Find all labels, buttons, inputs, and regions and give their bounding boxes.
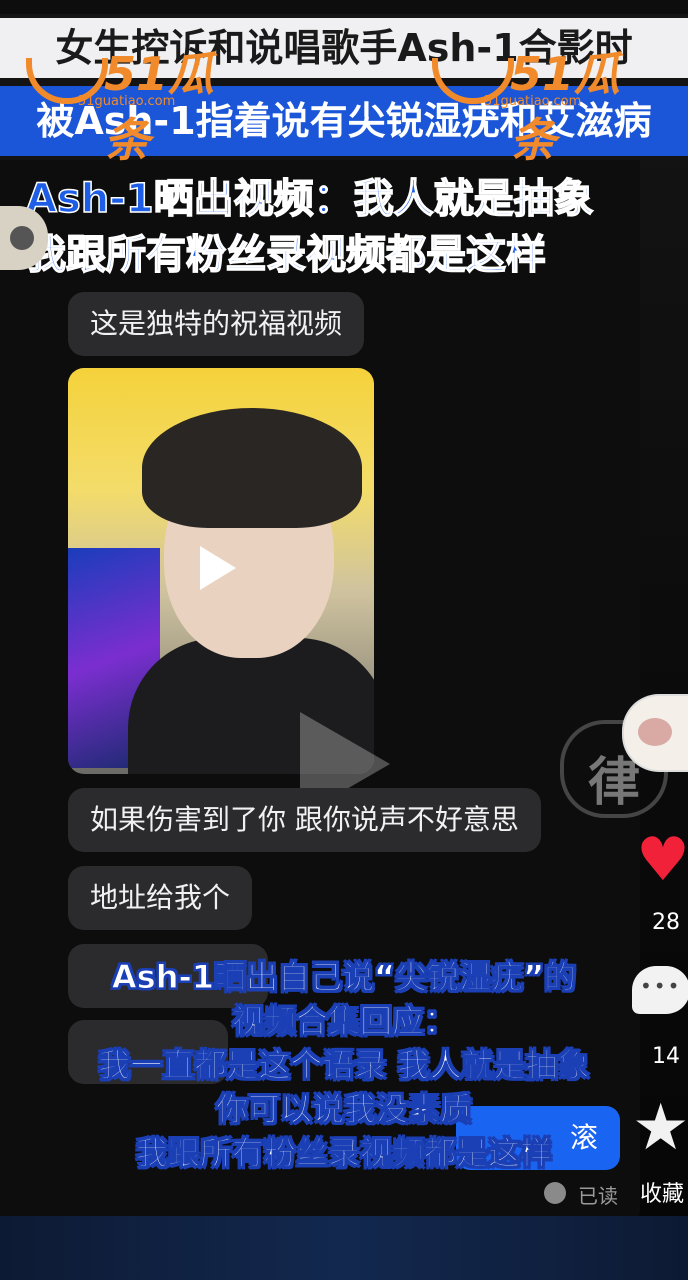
watermark-logo-left: 51瓜条 51guatiao.com bbox=[26, 38, 246, 167]
like-heart-icon[interactable]: ♥ bbox=[636, 830, 688, 890]
watermark-url: 51guatiao.com bbox=[78, 94, 176, 109]
top-strip bbox=[0, 0, 688, 14]
bottom-bar bbox=[0, 1216, 688, 1280]
chat-message-3: 地址给我个 bbox=[68, 866, 253, 930]
headline-line-4: 我跟所有粉丝录视频都是这样 bbox=[25, 231, 547, 279]
video-frame: 女生控诉和说唱歌手Ash-1合影时 被Ash-1指着说有尖锐湿疣和艾滋病 51瓜… bbox=[0, 0, 688, 1280]
creator-avatar[interactable] bbox=[622, 694, 688, 772]
favorite-label[interactable]: 收藏 bbox=[640, 1176, 684, 1208]
caption-line-2: 视频合集回应： bbox=[231, 1002, 456, 1041]
read-status: 已读 bbox=[578, 1184, 618, 1208]
caption-line-1: Ash-1晒出自己说“尖锐湿疣”的 bbox=[111, 958, 577, 997]
chat-message-2: 如果伤害到了你 跟你说声不好意思 bbox=[68, 788, 541, 852]
person-hair bbox=[142, 408, 362, 528]
watermark-url: 51guatiao.com bbox=[484, 94, 582, 109]
caption-line-5: 我跟所有粉丝录视频都是这样 bbox=[135, 1134, 552, 1173]
reader-avatar bbox=[544, 1182, 566, 1204]
caption-line-4: 你可以说我没素质 bbox=[215, 1090, 472, 1129]
chat-message-1: 这是独特的祝福视频 bbox=[68, 292, 365, 356]
play-icon[interactable] bbox=[200, 546, 236, 590]
headline-line-3: Ash-1晒出视频：我人就是抽象 bbox=[25, 175, 594, 223]
watermark-logo-right: 51瓜条 51guatiao.com bbox=[432, 38, 652, 167]
caption-line-3: 我一直都是这个语录 我人就是抽象 bbox=[98, 1046, 590, 1085]
like-count: 28 bbox=[652, 910, 680, 935]
